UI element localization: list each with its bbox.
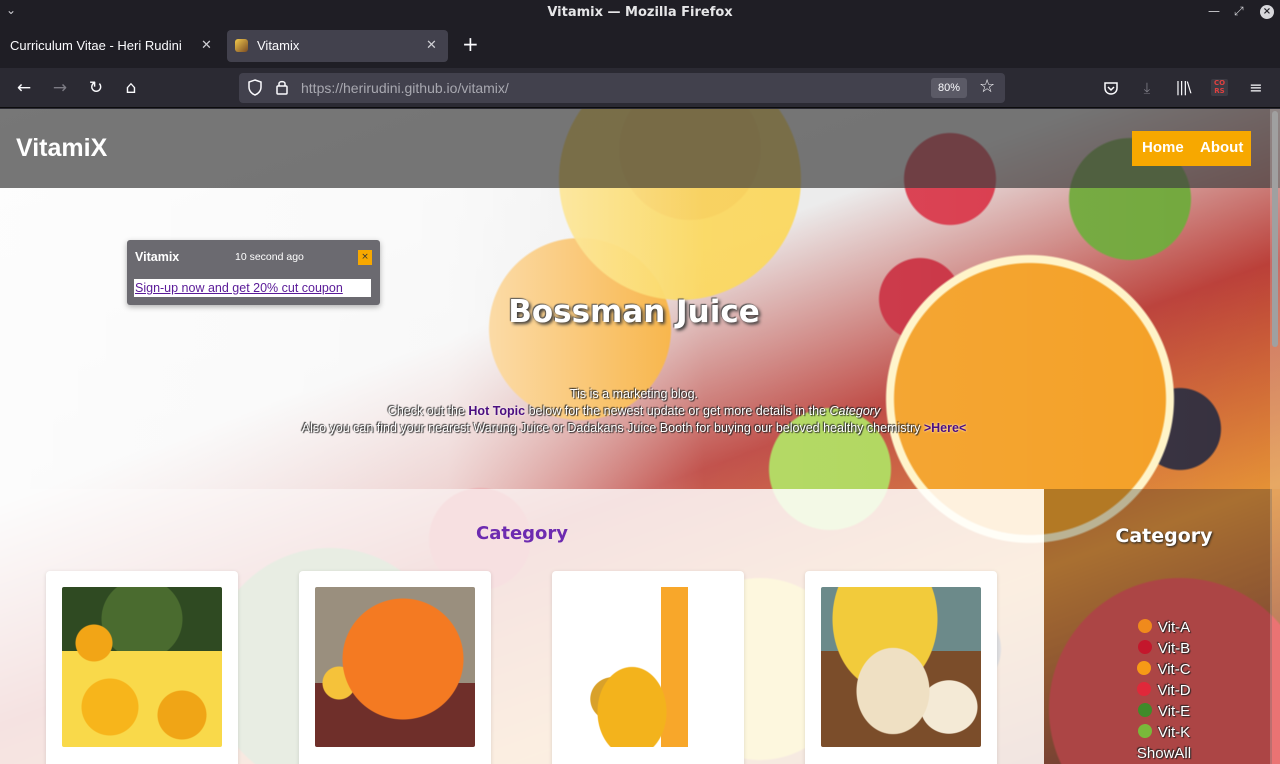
sidebar-item-label: Vit-D [1157,682,1191,699]
category-title: Category [475,523,569,544]
tab-strip: Curriculum Vitae - Heri Rudini ✕ Vitamix… [0,26,1280,68]
hero-description: Tis is a marketing blog. Check out the H… [0,386,1268,437]
lock-icon[interactable] [275,79,289,96]
vitamin-list: Vit-A Vit-B Vit-C Vit-D Vit-E Vit-K Show… [1044,617,1280,764]
sidebar-item-vit-c[interactable]: Vit-C [1044,659,1280,680]
tab-curriculum-vitae[interactable]: Curriculum Vitae - Heri Rudini ✕ [0,30,222,62]
bookmark-star-icon[interactable]: ☆ [979,76,995,97]
strawberry-icon [1137,682,1152,696]
category-emphasis: Category [829,404,881,418]
page-scrollbar[interactable] [1270,109,1280,764]
hero-line-3: Also you can find your nearest Warung Ju… [0,420,1268,437]
site-brand[interactable]: VitamiX [16,134,107,163]
category-section: Category [0,489,1044,764]
sidebar-title: Category [1115,525,1213,547]
tab-label: Curriculum Vitae - Heri Rudini [10,38,182,53]
hero-line-2: Check out the Hot Topic below for the ne… [0,403,1268,420]
sidebar-item-show-all[interactable]: ShowAll [1044,743,1280,764]
close-window-icon[interactable]: × [1260,5,1274,19]
hero-line-2-text: below for the newest update or get more … [525,404,830,418]
carrot-icon [1137,619,1152,633]
url-text[interactable]: https://herirudini.github.io/vitamix/ [301,80,509,96]
notification-toast: Vitamix 10 second ago × Sign-up now and … [127,240,380,305]
sidebar-item-label: Vit-A [1157,619,1191,636]
sidebar-item-label: Vit-B [1157,640,1191,657]
banana-smoothie-image [821,587,981,747]
window-titlebar: ⌄ Vitamix — Mozilla Firefox — ⤢ × [0,0,1280,26]
tab-label: Vitamix [257,38,300,53]
pocket-icon[interactable] [1103,80,1119,96]
nav-home-link[interactable]: Home [1142,139,1184,156]
shield-icon[interactable] [247,79,263,96]
site-header: VitamiX Home About [0,109,1280,188]
restore-icon[interactable]: ⤢ [1234,4,1244,19]
zoom-level-badge[interactable]: 80% [931,78,967,98]
mango-juice-image [568,587,728,747]
kiwi-icon [1137,724,1152,738]
category-card-orange[interactable] [46,571,238,764]
category-sidebar: Category Vit-A Vit-B Vit-C Vit-D Vit-E V… [1044,489,1272,764]
hero-line-2-text: Check out the [387,404,469,418]
hamburger-menu-icon[interactable]: ≡ [1244,76,1268,100]
toast-time: 10 second ago [235,251,304,263]
scrollbar-thumb[interactable] [1272,111,1278,347]
hero-line-1: Tis is a marketing blog. [569,387,699,401]
minimize-icon[interactable]: — [1208,4,1220,18]
back-arrow-icon[interactable]: ← [12,76,36,100]
category-card-carrot[interactable] [299,571,491,764]
navigation-toolbar: ← → ↻ ⌂ https://herirudini.github.io/vit… [0,68,1280,108]
carrot-smoothie-image [315,587,475,747]
reload-icon[interactable]: ↻ [84,76,108,100]
sidebar-item-vit-d[interactable]: Vit-D [1044,680,1280,701]
tab-vitamix[interactable]: Vitamix ✕ [227,30,448,62]
forward-arrow-icon[interactable]: → [48,76,72,100]
page-viewport: VitamiX Home About Bossman Juice Tis is … [0,109,1280,764]
cors-extension-icon[interactable]: CO RS [1211,79,1228,96]
toast-title: Vitamix [135,250,180,264]
url-host: https://herirudini.github.io [301,80,458,96]
sidebar-item-vit-b[interactable]: Vit-B [1044,638,1280,659]
address-bar[interactable]: https://herirudini.github.io/vitamix/ 80… [239,73,1005,103]
cherry-icon [1137,640,1152,654]
hero-line-3-text: Also you can find your nearest Warung Ju… [301,421,924,435]
site-nav: Home About [1132,131,1251,166]
toast-close-button[interactable]: × [358,250,372,265]
library-icon[interactable]: |||\ [1171,76,1195,100]
close-tab-icon[interactable]: ✕ [426,37,437,53]
sidebar-item-vit-e[interactable]: Vit-E [1044,701,1280,722]
home-icon[interactable]: ⌂ [119,76,143,100]
close-tab-icon[interactable]: ✕ [201,37,212,53]
broccoli-icon [1137,703,1152,717]
orange-icon [1137,661,1152,675]
hero-section: Bossman Juice Tis is a marketing blog. C… [0,188,1280,489]
vitamix-favicon-icon [235,39,248,52]
sidebar-item-vit-k[interactable]: Vit-K [1044,722,1280,743]
url-path: /vitamix/ [457,80,509,96]
window-title: Vitamix — Mozilla Firefox [547,5,733,20]
category-card-banana[interactable] [805,571,997,764]
sidebar-item-vit-a[interactable]: Vit-A [1044,617,1280,638]
nav-about-link[interactable]: About [1200,139,1243,156]
sidebar-item-label: Vit-E [1157,703,1191,720]
orange-juice-image [62,587,222,747]
new-tab-plus-icon[interactable]: + [462,32,479,56]
sidebar-item-label: Vit-K [1157,724,1191,741]
downloads-icon[interactable]: ⤓ [1135,76,1159,100]
category-card-mango[interactable] [552,571,744,764]
signup-coupon-link[interactable]: Sign-up now and get 20% cut coupon [134,279,371,297]
sidebar-item-label: Vit-C [1157,661,1191,678]
here-link[interactable]: >Here< [924,421,966,435]
hot-topic-link[interactable]: Hot Topic [468,404,525,418]
